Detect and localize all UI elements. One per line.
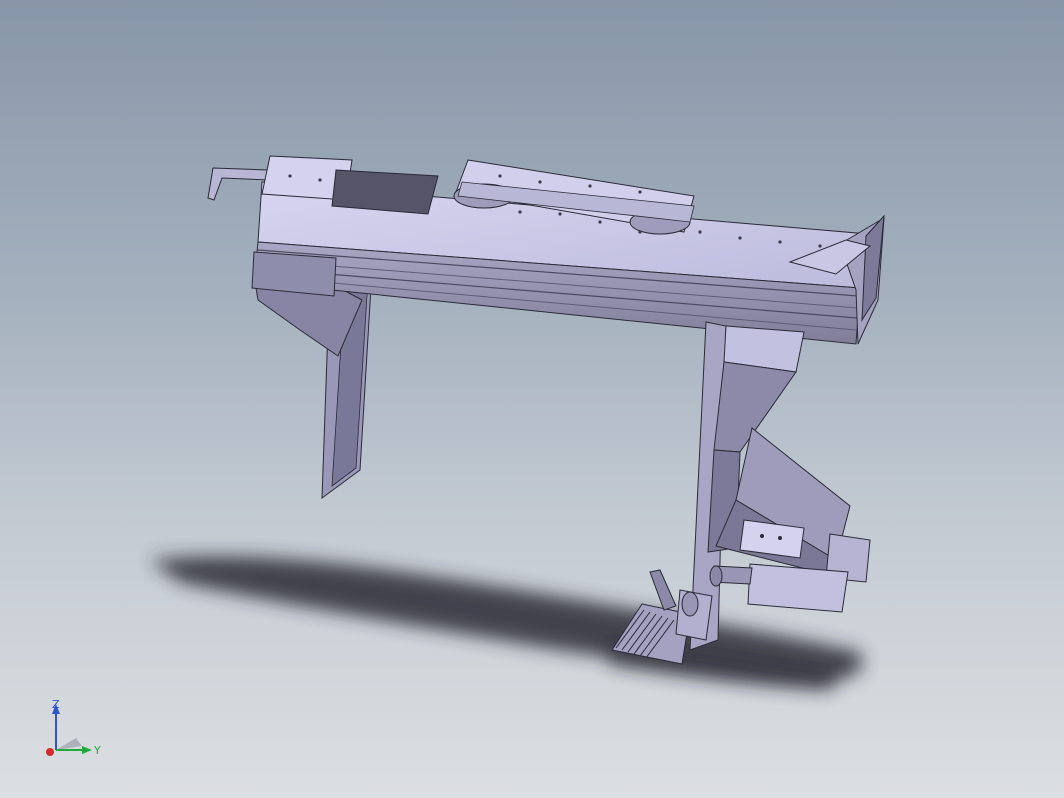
cad-graphics-viewport[interactable]: Z Y: [0, 0, 1064, 798]
triad-plane-icon: [56, 738, 82, 750]
coordinate-triad: Z Y: [36, 694, 106, 764]
left-hook-bracket[interactable]: [207, 167, 269, 201]
y-axis-label: Y: [93, 744, 101, 757]
z-axis-label: Z: [52, 698, 60, 711]
cad-model-scene[interactable]: [0, 0, 1064, 798]
left-support-plate[interactable]: [254, 269, 373, 500]
x-axis-arrow-icon: [46, 748, 54, 756]
